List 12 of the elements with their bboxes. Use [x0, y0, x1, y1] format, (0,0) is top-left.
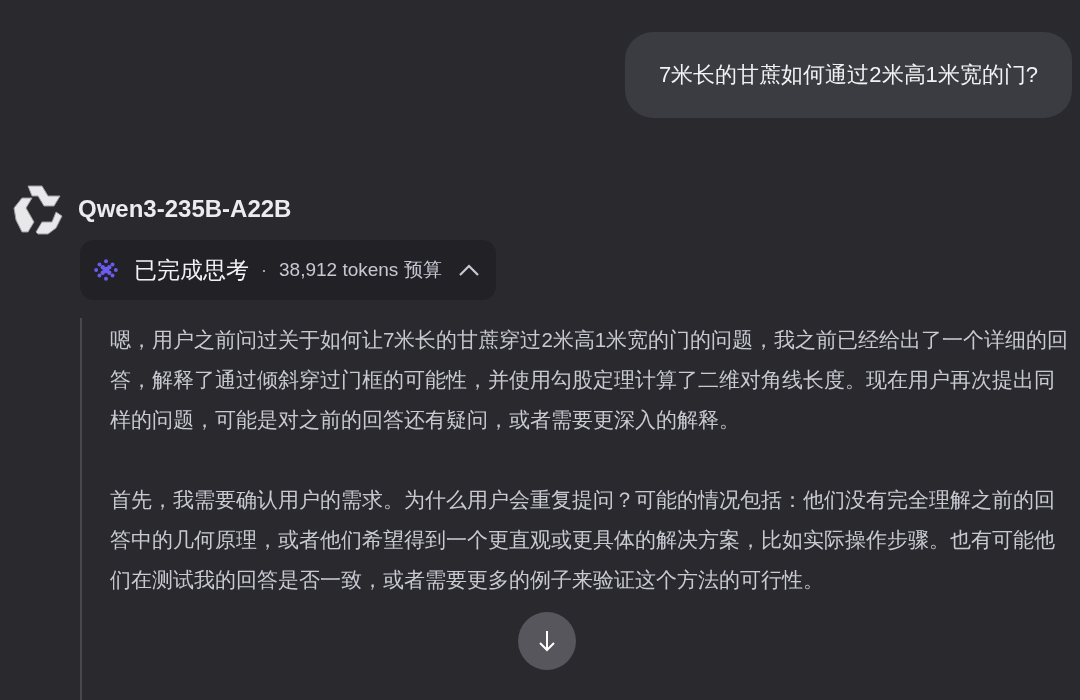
chevron-icon: [457, 263, 480, 277]
arrow-down-icon: [537, 629, 557, 653]
thinking-label: 已完成思考: [134, 255, 249, 285]
thinking-paragraph: 嗯，用户之前问过关于如何让7米长的甘蔗穿过2米高1米宽的门的问题，我之前已经给出了一个详细的回答，解释了通过倾斜穿过门框的可能性，并使用勾股定理计算了二维对角线长度。现在用户再次提出同样的问题，可能是对之前的回答还有疑问，或者需要更深入的解释。: [110, 327, 1070, 433]
user-message: 7米长的甘蔗如何通过2米高1米宽的门?: [625, 32, 1072, 118]
thinking-icon: [94, 258, 118, 282]
thinking-toggle[interactable]: 已完成思考 · 38,912 tokens 预算: [80, 240, 496, 300]
thinking-paragraph: 首先，我需要确认用户的需求。为什么用户会重复提问？可能的情况包括：他们没有完全理解之前的回答中的几何原理，或者他们希望得到一个更直观或更具体的解决方案，比如实际操作步骤。也有可能他们在测试我的回答是否一致，或者需要更多的例子来验证这个方法的可行性。: [110, 487, 1056, 593]
model-name: Qwen3-235B-A22B: [78, 194, 292, 224]
token-budget: 38,912 tokens 预算: [279, 257, 442, 282]
logo-icon: [10, 182, 64, 236]
separator-dot: ·: [261, 258, 267, 282]
